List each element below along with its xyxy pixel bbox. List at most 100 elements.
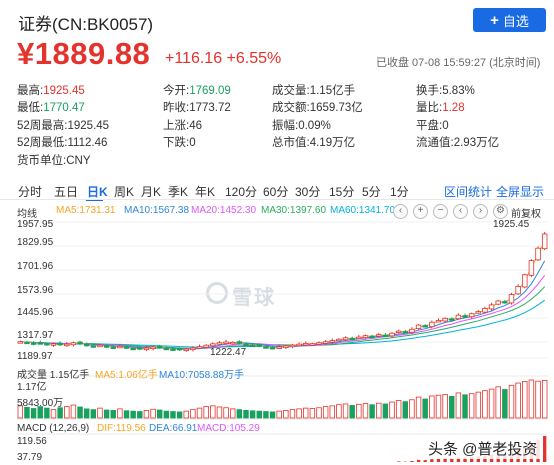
volume-bar — [50, 409, 57, 419]
candle-body — [389, 332, 395, 337]
volume-bar — [163, 410, 170, 419]
volume-bar — [382, 403, 389, 419]
volume-bar — [528, 379, 535, 419]
candle-body — [541, 233, 548, 250]
volume-bar — [468, 393, 475, 419]
volume-bar — [535, 380, 541, 419]
candle-body — [409, 328, 415, 333]
macd-dif: DIF:119.56 — [97, 423, 146, 434]
volume-bar — [150, 408, 156, 419]
candle-body — [256, 344, 262, 347]
volume-axis-top: 1.17亿 — [17, 382, 47, 393]
source-credit: 头条 @普老投资 — [424, 438, 542, 459]
volume-bar — [362, 403, 369, 419]
candle-body — [329, 340, 336, 343]
volume-bar — [283, 409, 289, 419]
candle-body — [362, 335, 369, 339]
candle-body — [190, 347, 196, 351]
volume-bar — [289, 409, 296, 419]
candle-body — [376, 334, 382, 337]
candle-body — [276, 346, 282, 349]
candle-body — [57, 342, 63, 346]
candle-body — [269, 347, 276, 350]
candle-body — [316, 342, 322, 345]
macd-label: MACD (12,26,9) — [17, 423, 90, 434]
candle-body — [508, 294, 515, 304]
candle-body — [342, 337, 349, 341]
period-low-label: 1222.47 — [210, 347, 247, 358]
volume-bar — [196, 407, 203, 419]
macd-bar — [416, 459, 421, 462]
volume-bar — [263, 411, 269, 419]
volume-bar — [44, 407, 50, 419]
volume-bar — [522, 381, 528, 419]
candle-body — [349, 337, 355, 341]
volume-bar — [236, 409, 243, 419]
candle-body — [356, 336, 362, 339]
candle-body — [196, 346, 203, 349]
candle-body — [64, 343, 70, 347]
candle-body — [309, 343, 316, 346]
macd-bar — [430, 459, 434, 462]
y-axis-label: 1829.95 — [17, 237, 54, 248]
volume-bar — [276, 410, 282, 419]
candle-body — [123, 346, 130, 349]
volume-bar — [77, 406, 83, 419]
candle-body — [50, 343, 57, 346]
candle-body — [495, 300, 501, 305]
volume-ma5: MA5:1.06亿手 — [95, 370, 158, 381]
volume-bar — [329, 405, 336, 419]
candle-body — [103, 345, 110, 348]
volume-bar — [455, 392, 462, 419]
candle-body — [203, 344, 209, 348]
volume-bar — [449, 395, 455, 419]
candle-body — [475, 311, 482, 314]
candle-body — [515, 286, 521, 295]
candle-body — [422, 325, 428, 328]
ma20-line — [20, 274, 546, 350]
volume-bar — [395, 400, 402, 419]
volume-bar — [216, 406, 223, 419]
volume-bar — [130, 410, 136, 419]
volume-bar — [303, 407, 309, 419]
volume-bar — [143, 409, 150, 419]
candle-body — [468, 313, 475, 318]
candle-body — [24, 341, 30, 345]
macd-bar — [543, 436, 547, 462]
volume-bar — [103, 409, 110, 419]
macd-axis-mid: 37.79 — [17, 452, 43, 463]
candle-body — [210, 343, 216, 347]
candle-body — [176, 348, 183, 351]
volume-bar — [229, 408, 236, 419]
volume-bar — [203, 406, 209, 419]
y-axis-label: 1957.95 — [17, 219, 54, 230]
volume-bar — [349, 405, 355, 419]
candle-body — [243, 343, 249, 346]
volume-bar — [156, 409, 163, 419]
volume-bar — [64, 406, 70, 419]
candle-body — [170, 348, 176, 351]
macd-value: MACD:105.29 — [197, 423, 260, 434]
volume-bar — [422, 398, 428, 419]
candle-body — [110, 346, 116, 349]
volume-bar — [296, 408, 302, 419]
candle-body — [130, 347, 136, 351]
volume-bar — [488, 388, 495, 419]
volume-bar — [249, 410, 256, 419]
candle-body — [223, 341, 229, 344]
volume-ma10: MA10:7058.88万手 — [159, 370, 245, 381]
candle-body — [143, 347, 150, 351]
candle-body — [303, 343, 309, 346]
volume-bar — [170, 411, 176, 419]
candle-body — [77, 341, 83, 345]
candle-body — [236, 341, 243, 344]
y-axis-label: 1573.96 — [17, 285, 54, 296]
candle-body — [522, 274, 528, 288]
volume-bar — [495, 386, 501, 419]
volume-bar — [269, 411, 276, 419]
volume-bar — [389, 401, 395, 419]
candle-body — [70, 342, 77, 346]
kline-chart[interactable] — [0, 0, 554, 465]
candle-body — [336, 338, 342, 342]
candle-body — [488, 304, 495, 310]
